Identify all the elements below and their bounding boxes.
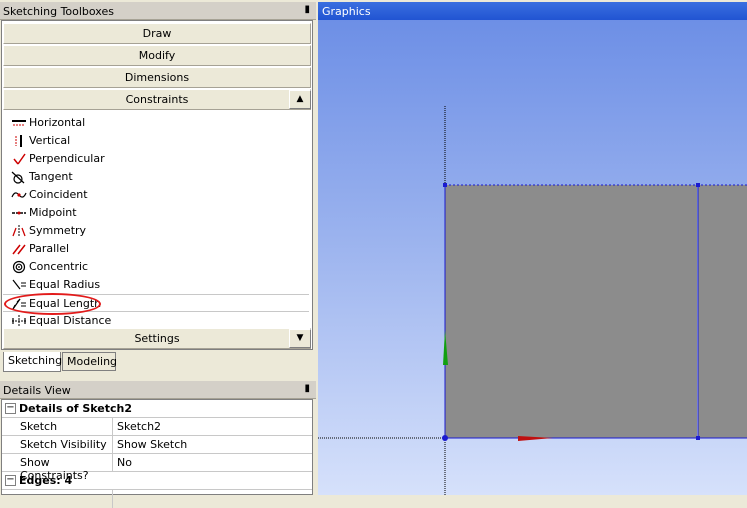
tool-symmetry[interactable]: Symmetry	[3, 222, 309, 240]
sketch-face-right	[698, 185, 747, 438]
coincident-icon	[11, 192, 27, 198]
symmetry-icon	[12, 225, 26, 237]
details-key	[17, 490, 113, 508]
selection-circle-annotation	[4, 293, 101, 315]
vertex-point[interactable]	[443, 183, 447, 187]
details-row-visibility[interactable]: Sketch Visibility Show Sketch	[2, 436, 312, 454]
graphics-title: Graphics	[322, 5, 371, 18]
tool-label: Symmetry	[29, 224, 87, 237]
vertex-point[interactable]	[696, 183, 700, 187]
tab-sketching[interactable]: Sketching	[3, 352, 62, 372]
details-value: No	[117, 456, 132, 469]
pin-icon[interactable]: ▮	[304, 383, 310, 394]
tool-vertical[interactable]: Vertical	[3, 132, 309, 150]
group-settings[interactable]: Settings	[3, 328, 311, 349]
details-section-title: Details of Sketch2	[19, 402, 133, 415]
tool-midpoint[interactable]: Midpoint	[3, 204, 309, 222]
tool-tangent[interactable]: Tangent	[3, 168, 309, 186]
graphics-viewport[interactable]	[318, 20, 747, 495]
group-modify[interactable]: Modify	[3, 45, 311, 66]
tool-label: Concentric	[29, 260, 89, 273]
collapse-icon[interactable]: −	[5, 475, 16, 486]
details-key: Sketch	[17, 418, 113, 436]
toolbox-title: Sketching Toolboxes	[3, 5, 114, 18]
details-row-partial	[2, 490, 312, 508]
details-title: Details View	[3, 384, 71, 397]
perpendicular-icon	[13, 153, 26, 165]
equal-distance-icon	[12, 315, 26, 327]
tangent-icon	[11, 171, 25, 184]
tool-label: Horizontal	[29, 116, 86, 129]
tool-label: Equal Radius	[29, 278, 101, 291]
details-titlebar: Details View ▮	[0, 381, 316, 399]
group-constraints-label: Constraints	[125, 93, 189, 106]
vertical-icon	[15, 135, 22, 147]
details-row-sketch[interactable]: Sketch Sketch2	[2, 418, 312, 436]
details-key: Show Constraints?	[17, 454, 113, 482]
midpoint-icon	[12, 211, 26, 215]
pin-icon[interactable]: ▮	[304, 4, 310, 15]
tool-equal-radius[interactable]: Equal Radius	[3, 276, 309, 294]
scroll-down-button[interactable]: ▼	[289, 329, 311, 348]
sketch-face-left	[445, 185, 697, 438]
details-section-row: − Details of Sketch2	[2, 400, 312, 418]
group-settings-label: Settings	[134, 332, 180, 345]
concentric-icon	[12, 260, 26, 274]
tool-label: Midpoint	[29, 206, 77, 219]
equal-radius-icon	[12, 279, 26, 290]
sketch-canvas	[318, 106, 747, 495]
collapse-icon[interactable]: −	[5, 403, 16, 414]
details-edges-header: Edges: 4	[19, 474, 73, 487]
tool-perpendicular[interactable]: Perpendicular	[3, 150, 309, 168]
details-edges-row: − Edges: 4	[2, 472, 312, 490]
graphics-titlebar: Graphics	[318, 2, 747, 20]
tab-modeling[interactable]: Modeling	[62, 352, 117, 371]
group-constraints[interactable]: Constraints	[3, 89, 311, 110]
tool-label: Equal Distance	[29, 314, 112, 327]
tool-label: Coincident	[29, 188, 88, 201]
details-value: Sketch2	[117, 420, 162, 433]
details-row-show-constraints[interactable]: Show Constraints? No	[2, 454, 312, 482]
group-dimensions[interactable]: Dimensions	[3, 67, 311, 88]
tool-label: Vertical	[29, 134, 71, 147]
parallel-icon	[12, 244, 26, 255]
group-draw[interactable]: Draw	[3, 23, 311, 44]
details-view: − Details of Sketch2 Sketch Sketch2 Sket…	[1, 399, 313, 508]
horizontal-icon	[12, 120, 26, 126]
scroll-up-button[interactable]: ▲	[289, 90, 311, 109]
tool-coincident[interactable]: Coincident	[3, 186, 309, 204]
tool-label: Parallel	[29, 242, 70, 255]
vertex-point[interactable]	[696, 436, 700, 440]
left-panel: Sketching Toolboxes ▮ Draw Modify Dimens…	[0, 0, 316, 508]
tool-label: Tangent	[29, 170, 73, 183]
toolbox-tabs: Sketching Modeling	[1, 352, 313, 374]
origin-point[interactable]	[442, 435, 448, 441]
details-key: Sketch Visibility	[17, 436, 113, 454]
toolbox-titlebar: Sketching Toolboxes ▮	[0, 2, 316, 20]
tool-parallel[interactable]: Parallel	[3, 240, 309, 258]
details-value: Show Sketch	[117, 438, 188, 451]
tool-concentric[interactable]: Concentric	[3, 258, 309, 276]
tool-label: Perpendicular	[29, 152, 105, 165]
tool-horizontal[interactable]: Horizontal	[3, 114, 309, 132]
